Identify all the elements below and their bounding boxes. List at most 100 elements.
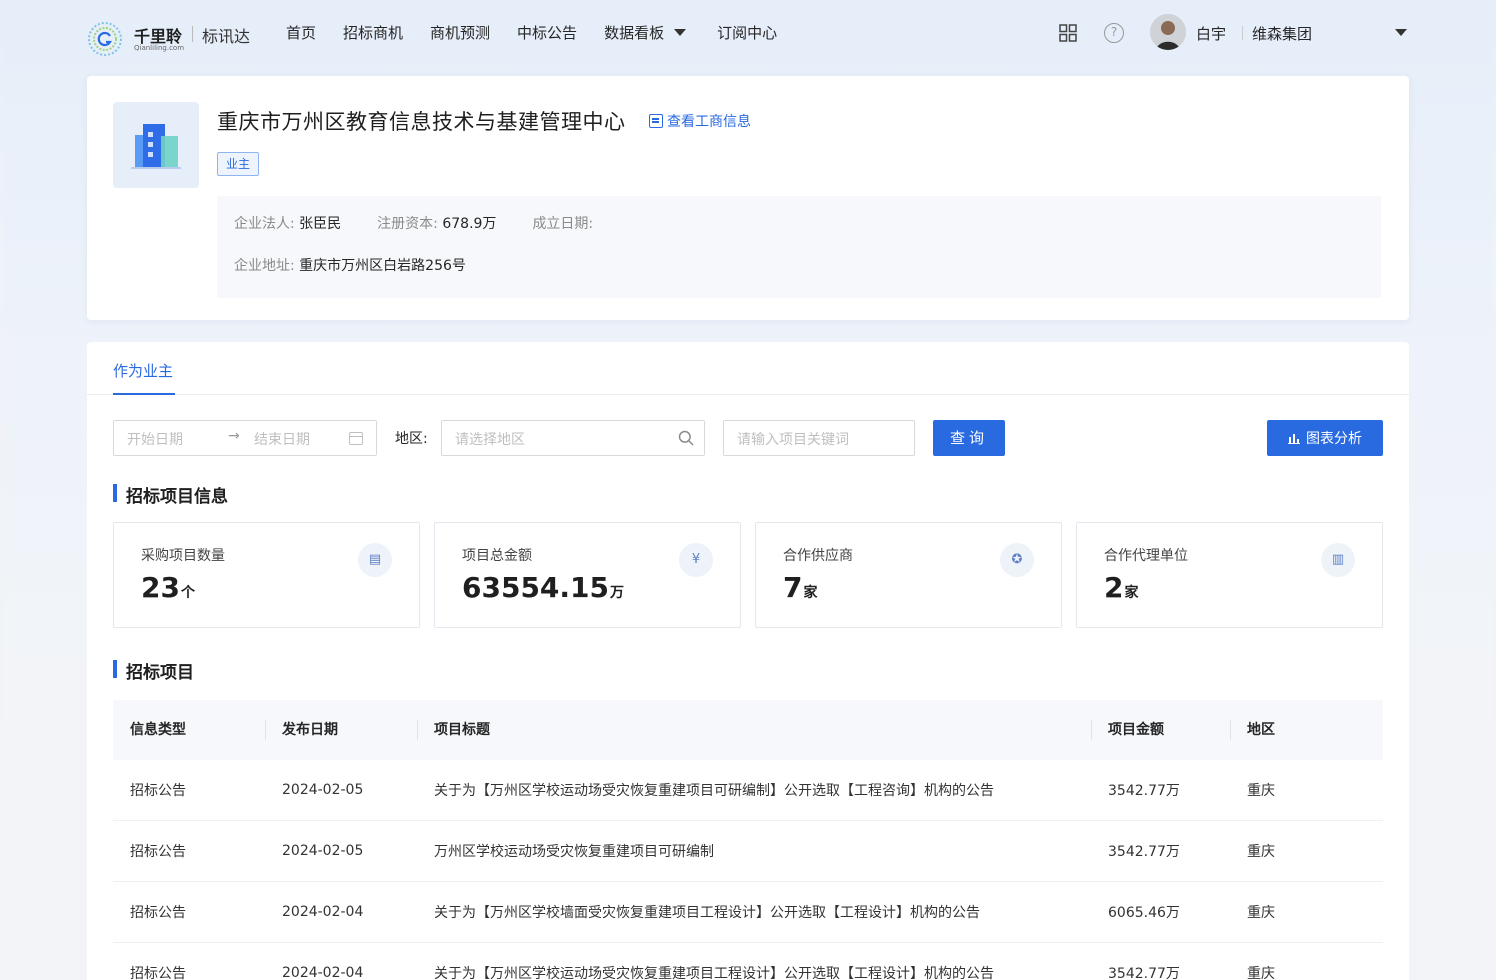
arrow-right-icon: → [228,428,240,444]
keyword-search-input[interactable]: 请输入项目关键词 [723,420,915,456]
cell-project-title[interactable]: 关于为【万州区学校运动场受灾恢复重建项目可研编制】公开选取【工程咨询】机构的公告 [417,780,1091,800]
stat-label: 合作代理单位 [1104,548,1188,564]
cell-region: 重庆 [1247,966,1275,980]
company-info-row-2: 企业地址: 重庆市万州区白岩路256号 [234,255,466,275]
cell-amount: 3542.77万 [1108,783,1180,799]
cell-publish-date: 2024-02-04 [282,965,364,980]
date-range-picker[interactable]: 开始日期 → 结束日期 [113,420,377,456]
chart-analysis-label: 图表分析 [1306,431,1362,447]
cell-amount: 3542.77万 [1108,844,1180,860]
cell-region: 重庆 [1247,844,1275,860]
brand-logo[interactable]: 千里聆 Qianliling.com 标讯达 [86,18,266,58]
projects-table: 信息类型 发布日期 项目标题 项目金额 地区 招标公告 2024-02-05 关… [113,700,1383,980]
avatar[interactable] [1150,14,1186,50]
column-header-project-title: 项目标题 [417,700,1091,760]
help-icon[interactable]: ? [1104,23,1124,43]
nav-item-subscription-center[interactable]: 订阅中心 [717,22,777,43]
founded-label: 成立日期: [532,216,594,232]
main-nav: 首页 招标商机 商机预测 中标公告 数据看板 订阅中心 [286,22,804,43]
main-panel: 作为业主 开始日期 → 结束日期 地区: 请选择地区 请输入项目关键词 查询 图… [87,342,1409,980]
cell-amount: 6065.46万 [1108,905,1180,921]
stat-value: 63554.15万 [462,571,624,604]
end-date-input[interactable]: 结束日期 [254,429,310,449]
company-logo [113,102,199,188]
user-divider [1242,26,1243,40]
cell-publish-date: 2024-02-05 [282,843,364,859]
table-row[interactable]: 招标公告 2024-02-04 关于为【万州区学校运动场受灾恢复重建项目工程设计… [113,943,1383,980]
logo-mark-icon [88,22,122,56]
nav-item-data-dashboard[interactable]: 数据看板 [604,22,690,43]
table-row[interactable]: 招标公告 2024-02-05 万州区学校运动场受灾恢复重建项目可研编制 354… [113,821,1383,882]
stat-card-total-amount: 项目总金额 63554.15万 ¥ [434,522,741,628]
cell-info-type: 招标公告 [130,783,186,799]
stat-card-agencies: 合作代理单位 2家 ▥ [1076,522,1383,628]
role-badge: 业主 [217,152,260,176]
table-row[interactable]: 招标公告 2024-02-05 关于为【万州区学校运动场受灾恢复重建项目可研编制… [113,760,1383,821]
stat-number: 23 [141,571,180,604]
company-info-panel: 企业法人: 张臣民 注册资本: 678.9万 成立日期: 企业地址: 重庆市万州… [217,196,1381,298]
stat-value: 23个 [141,571,195,604]
search-icon[interactable] [678,430,694,446]
stat-number: 7 [783,571,803,604]
badge-icon: ✪ [1000,543,1034,577]
start-date-input[interactable]: 开始日期 [127,429,183,449]
section-title-tender-projects: 招标项目 [113,658,194,683]
tab-as-owner[interactable]: 作为业主 [113,360,173,381]
avatar-image [1150,14,1186,50]
nav-item-award-notices[interactable]: 中标公告 [517,22,577,43]
company-profile-card: 重庆市万州区教育信息技术与基建管理中心 查看工商信息 业主 企业法人: 张臣民 … [87,76,1409,320]
stat-number: 2 [1104,571,1124,604]
stat-unit: 个 [180,585,195,601]
building-icon: ▥ [1321,543,1355,577]
yuan-icon: ¥ [679,543,713,577]
column-header-info-type: 信息类型 [130,722,186,738]
calendar-icon[interactable] [349,432,363,445]
cell-info-type: 招标公告 [130,966,186,980]
document-icon: ▤ [358,543,392,577]
brand-domain: Qianliling.com [134,44,185,52]
brand-divider [192,26,193,42]
tab-active-indicator [113,393,175,395]
chevron-down-icon[interactable] [1395,29,1407,36]
stat-value: 2家 [1104,571,1138,604]
legal-rep-value: 张臣民 [299,216,342,232]
company-info-row-1: 企业法人: 张臣民 注册资本: 678.9万 成立日期: [234,213,593,233]
capital-label: 注册资本: [377,216,438,232]
region-label: 地区: [395,431,428,447]
tab-bar: 作为业主 [87,342,1409,395]
table-row[interactable]: 招标公告 2024-02-04 关于为【万州区学校墙面受灾恢复重建项目工程设计】… [113,882,1383,943]
view-business-info-label: 查看工商信息 [667,114,751,130]
cell-project-title[interactable]: 万州区学校运动场受灾恢复重建项目可研编制 [417,841,1091,861]
org-selector[interactable]: 维森集团 [1252,23,1312,44]
apps-grid-icon[interactable] [1059,24,1077,42]
cell-region: 重庆 [1247,905,1275,921]
building-logo-icon [131,124,181,169]
cell-project-title[interactable]: 关于为【万州区学校墙面受灾恢复重建项目工程设计】公开选取【工程设计】机构的公告 [417,902,1091,922]
nav-item-opportunity-forecast[interactable]: 商机预测 [430,22,490,43]
cell-project-title[interactable]: 关于为【万州区学校运动场受灾恢复重建项目工程设计】公开选取【工程设计】机构的公告 [417,963,1091,980]
nav-item-tender-opportunities[interactable]: 招标商机 [343,22,403,43]
stat-unit: 家 [803,585,818,601]
region-placeholder: 请选择地区 [455,432,525,448]
user-name[interactable]: 白宇 [1196,23,1226,44]
stat-label: 合作供应商 [783,548,853,564]
cell-publish-date: 2024-02-05 [282,782,364,798]
top-navbar: 千里聆 Qianliling.com 标讯达 首页 招标商机 商机预测 中标公告… [4,4,1492,60]
query-button[interactable]: 查询 [933,420,1005,456]
keyword-placeholder: 请输入项目关键词 [737,432,849,448]
view-business-info-link[interactable]: 查看工商信息 [649,111,751,131]
stat-number: 63554.15 [462,571,610,604]
table-header: 信息类型 发布日期 项目标题 项目金额 地区 [113,700,1383,760]
cell-publish-date: 2024-02-04 [282,904,364,920]
column-header-region: 地区 [1230,700,1383,760]
stat-unit: 家 [1124,585,1139,601]
chart-analysis-button[interactable]: 图表分析 [1267,420,1383,456]
product-name: 标讯达 [202,27,251,46]
cell-info-type: 招标公告 [130,844,186,860]
cell-region: 重庆 [1247,783,1275,799]
address-label: 企业地址: [234,258,295,274]
stat-value: 7家 [783,571,817,604]
region-select[interactable]: 请选择地区 [441,420,705,456]
nav-item-data-dashboard-label: 数据看板 [604,24,665,42]
nav-item-home[interactable]: 首页 [286,22,316,43]
